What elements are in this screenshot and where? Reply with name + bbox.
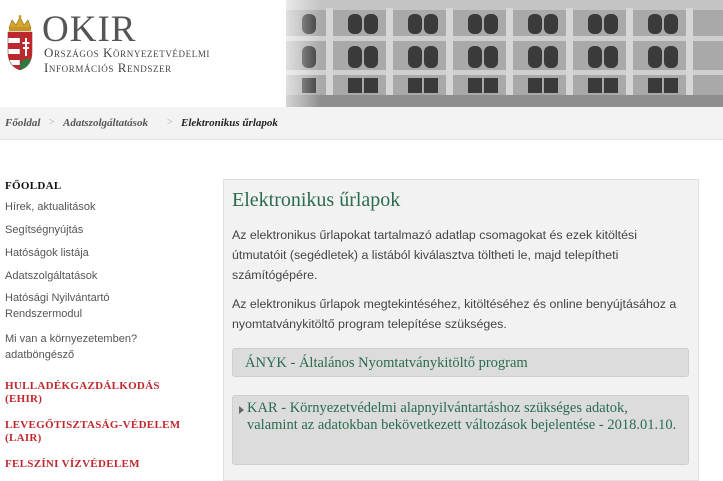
logo-subtitle-line2[interactable]: Információs Rendszer bbox=[44, 61, 172, 75]
breadcrumb-home[interactable]: Főoldal bbox=[5, 107, 40, 139]
breadcrumb-current: Elektronikus űrlapok bbox=[181, 117, 278, 129]
sidebar-item-help[interactable]: Segítségnyújtás bbox=[5, 222, 195, 238]
main-content: Elektronikus űrlapok Az elektronikus űrl… bbox=[223, 179, 699, 481]
hungarian-coat-of-arms-icon[interactable] bbox=[6, 14, 34, 72]
sidebar-item-authorities[interactable]: Hatóságok listája bbox=[5, 245, 195, 261]
page-title: Elektronikus űrlapok bbox=[232, 189, 401, 211]
sidebar-section-waste[interactable]: HULLADÉKGAZDÁLKODÁS (EHIR) bbox=[5, 380, 185, 406]
sidebar-section-air[interactable]: LEVEGŐTISZTASÁG-VÉDELEM (LAIR) bbox=[5, 419, 195, 445]
sidebar-item-registry-module[interactable]: Hatósági Nyilvántartó Rendszermodul bbox=[5, 290, 145, 322]
expand-triangle-icon[interactable] bbox=[239, 406, 244, 414]
logo-title[interactable]: OKIR bbox=[42, 10, 136, 50]
sidebar-section-water[interactable]: FELSZÍNI VÍZVÉDELEM bbox=[5, 458, 195, 471]
site-header: OKIR Országos Környezetvédelmi Informáci… bbox=[0, 0, 723, 107]
breadcrumb: Főoldal > Adatszolgáltatások > Elektroni… bbox=[0, 107, 723, 140]
breadcrumb-separator-icon: > bbox=[49, 117, 55, 128]
sidebar-item-data-services[interactable]: Adatszolgáltatások bbox=[5, 268, 195, 284]
sidebar-item-news[interactable]: Hírek, aktualitások bbox=[5, 199, 195, 215]
accordion-kar-label: KAR - Környezetvédelmi alapnyilvántartás… bbox=[247, 400, 677, 433]
accordion-anyk[interactable]: ÁNYK - Általános Nyomtatványkitöltő prog… bbox=[232, 348, 689, 377]
install-paragraph: Az elektronikus űrlapok megtekintéséhez,… bbox=[232, 297, 677, 331]
breadcrumb-data-services[interactable]: Adatszolgáltatások bbox=[63, 107, 148, 139]
accordion-anyk-label: ÁNYK - Általános Nyomtatványkitöltő prog… bbox=[245, 355, 528, 371]
parliament-building-photo bbox=[266, 0, 723, 107]
breadcrumb-separator-icon: > bbox=[167, 117, 173, 128]
sidebar-title-home[interactable]: FŐOLDAL bbox=[5, 180, 62, 193]
sidebar-item-environment-browser[interactable]: Mi van a környezetemben? adatböngésző bbox=[5, 331, 155, 363]
accordion-kar[interactable]: KAR - Környezetvédelmi alapnyilvántartás… bbox=[232, 395, 689, 465]
logo-subtitle-line1[interactable]: Országos Környezetvédelmi bbox=[44, 46, 210, 60]
intro-paragraph: Az elektronikus űrlapokat tartalmazó ada… bbox=[232, 228, 637, 282]
